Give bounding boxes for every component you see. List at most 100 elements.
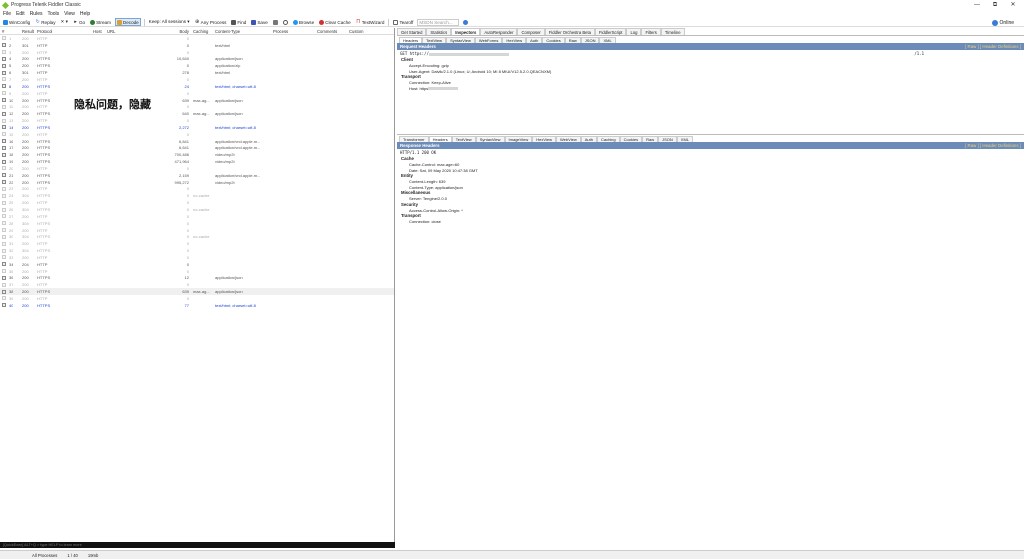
table-row[interactable]: 9 200 HTTP 0 [0,90,394,97]
table-row[interactable]: 29 200 HTTP 0 [0,227,394,234]
table-row[interactable]: 7 200 HTTP 0 [0,76,394,83]
table-row[interactable]: 40 200 HTTPS 77 text/html; charset=utf-8 [0,302,394,309]
msdn-search-input[interactable]: MSDN Search... [417,18,460,26]
menu-tools[interactable]: Tools [47,11,59,17]
table-row[interactable]: 38 200 HTTPS 639 max-ag... application/json [0,288,394,296]
any-process-button[interactable]: ⊕ Any Process [194,18,228,26]
replay-button[interactable]: ↻ Replay [34,18,56,26]
table-row[interactable]: 26 304 HTTPS 0 no-cache [0,206,394,213]
tab-composer[interactable]: Composer [517,28,545,35]
table-row[interactable]: 6 301 HTTP 278 text/html [0,69,394,76]
find-button[interactable]: Find [230,18,247,26]
quickexec-input[interactable]: [QuickExec] ALT+Q > type HELP to learn m… [0,542,395,548]
col-content-type[interactable]: Content-Type [213,29,271,34]
tab-timeline[interactable]: Timeline [660,28,685,35]
req-tab-raw[interactable]: Raw [564,36,581,43]
table-row[interactable]: 33 200 HTTP 0 [0,254,394,261]
tab-autoresponder[interactable]: AutoResponder [480,28,518,35]
menu-edit[interactable]: Edit [16,11,25,17]
col-number[interactable]: # [0,29,20,34]
sessions-list[interactable]: # Result Protocol Host URL Body Caching … [0,28,395,542]
minimize-button[interactable]: — [968,0,986,10]
table-row[interactable]: 8 200 HTTPS 24 text/html; charset=utf-8 [0,83,394,90]
req-header-item[interactable]: Host: https [397,86,1024,92]
tearoff-button[interactable]: Tearoff [392,18,414,26]
menu-view[interactable]: View [64,11,75,17]
tab-filters[interactable]: Filters [641,28,661,35]
table-row[interactable]: 37 200 HTTP 0 [0,281,394,288]
screenshot-button[interactable] [272,18,279,26]
table-row[interactable]: 19 200 HTTPS 471,964 video/mp2t [0,158,394,165]
col-host[interactable]: Host [91,29,105,34]
table-row[interactable]: 23 200 HTTP 0 [0,186,394,193]
restore-button[interactable]: ⧉ [986,0,1004,10]
table-row[interactable]: 22 200 HTTPS 995,272 video/mp2t [0,179,394,186]
resp-tab-webview[interactable]: WebView [555,135,581,142]
go-button[interactable]: ▸ Go [72,18,86,26]
table-row[interactable]: 13 200 HTTP 0 [0,117,394,124]
response-header-links[interactable]: [ Raw ] [ Header Definitions ] [965,143,1021,148]
resp-tab-auth[interactable]: Auth [580,135,597,142]
col-body[interactable]: Body [171,29,191,34]
resp-tab-caching[interactable]: Caching [596,135,620,142]
table-row[interactable]: 5 200 HTTPS 0 application/zip [0,62,394,69]
tab-orchestra[interactable]: Fiddler Orchestra Beta [544,28,595,35]
tab-inspectors[interactable]: Inspectors [451,28,481,35]
table-row[interactable]: 27 200 HTTP 0 [0,213,394,220]
table-row[interactable]: 35 200 HTTP 0 [0,268,394,275]
col-protocol[interactable]: Protocol [35,29,91,34]
col-result[interactable]: Result [20,29,35,34]
table-row[interactable]: 16 200 HTTPS 6,841 application/vnd.apple.m..… [0,138,394,145]
browse-button[interactable]: Browse [292,18,315,26]
col-process[interactable]: Process [271,29,315,34]
req-tab-headers[interactable]: Headers [399,36,423,43]
table-row[interactable]: 36 200 HTTPS 12 application/json [0,275,394,282]
table-row[interactable]: 28 304 HTTPS 0 [0,220,394,227]
resp-tab-raw[interactable]: Raw [642,135,659,142]
decode-button[interactable]: Decode [114,18,141,26]
req-tab-hexview[interactable]: HexView [502,36,527,43]
menu-rules[interactable]: Rules [30,11,43,17]
resp-tab-transformer[interactable]: Transformer [399,135,429,142]
close-button[interactable]: ✕ [1004,0,1022,10]
resp-tab-headers[interactable]: Headers [428,135,452,142]
table-row[interactable]: 3 200 HTTP 0 [0,49,394,56]
stream-button[interactable]: Stream [89,18,112,26]
req-tab-auth[interactable]: Auth [526,36,543,43]
table-row[interactable]: 21 200 HTTPS 2,159 application/vnd.apple.m..… [0,172,394,179]
resp-header-item[interactable]: Connection: close [397,219,1024,225]
table-row[interactable]: 30 304 HTTPS 0 no-cache [0,233,394,240]
req-tab-webforms[interactable]: WebForms [474,36,503,43]
keep-sessions-dropdown[interactable]: Keep: All sessions ▾ [148,18,191,26]
tab-statistics[interactable]: Statistics [426,28,452,35]
tab-get-started[interactable]: Get Started [397,28,427,35]
table-row[interactable]: 12 200 HTTPS 640 max-ag... application/json [0,110,394,117]
table-row[interactable]: 10 200 HTTPS 639 max-ag... application/json [0,97,394,104]
table-row[interactable]: 4 200 HTTPS 10,640 application/json [0,56,394,63]
col-custom[interactable]: Custom [347,29,377,34]
req-tab-textview[interactable]: TextView [422,36,447,43]
tab-fiddlerscript[interactable]: FiddlerScript [594,28,627,35]
help-button[interactable] [462,18,469,26]
resp-tab-xml[interactable]: XML [676,135,694,142]
timer-button[interactable] [282,18,289,26]
table-row[interactable]: 18 200 HTTPS 700,486 video/mp2t [0,151,394,158]
remove-sessions-button[interactable]: ✕ ▾ [60,18,69,26]
req-tab-xml[interactable]: XML [599,36,616,43]
resp-tab-cookies[interactable]: Cookies [619,135,643,142]
req-tab-json[interactable]: JSON [580,36,600,43]
clear-cache-button[interactable]: Clear Cache [318,18,352,26]
table-row[interactable]: 34 204 HTTP 0 [0,261,394,268]
table-row[interactable]: 31 200 HTTP 0 [0,240,394,247]
req-tab-syntaxview[interactable]: SyntaxView [446,36,475,43]
col-url[interactable]: URL [105,29,171,34]
table-row[interactable]: 14 200 HTTPS 2,272 text/html; charset=utf-8 [0,124,394,131]
table-row[interactable]: 15 200 HTTP 0 [0,131,394,138]
resp-tab-hexview[interactable]: HexView [532,135,556,142]
textwizard-button[interactable]: Π TextWizard [355,18,386,26]
online-status[interactable]: Online [991,18,1014,27]
menu-help[interactable]: Help [80,11,90,17]
table-row[interactable]: 39 200 HTTP 0 [0,295,394,302]
col-comments[interactable]: Comments [315,29,347,34]
resp-tab-imageview[interactable]: ImageView [504,135,533,142]
